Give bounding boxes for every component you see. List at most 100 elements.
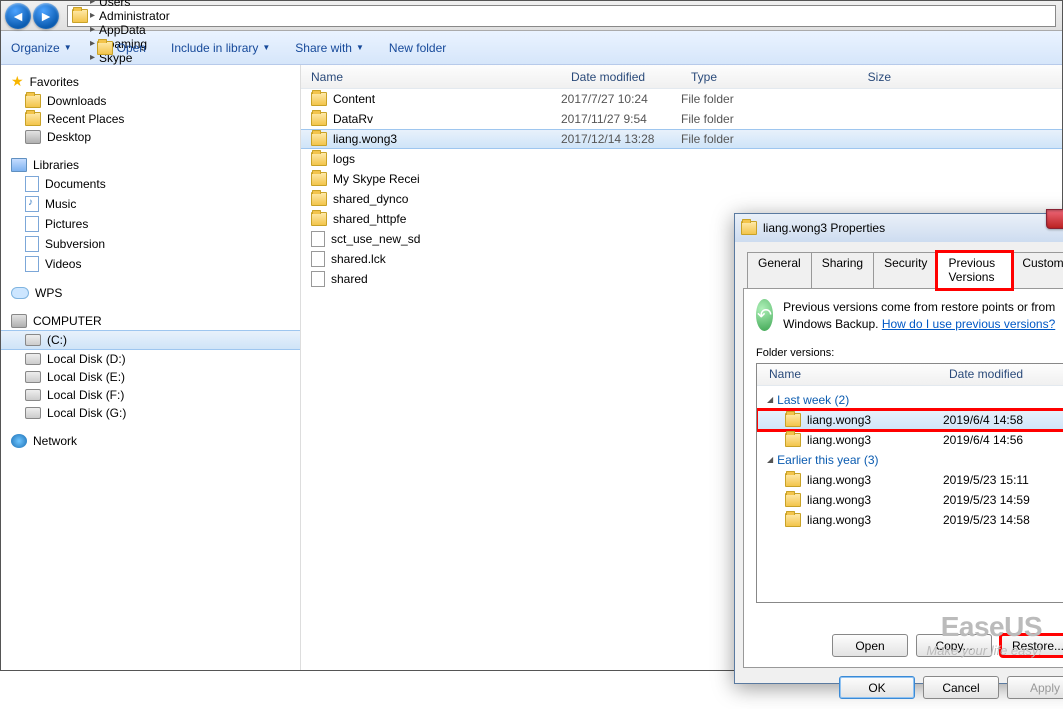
apply-button[interactable]: Apply bbox=[1007, 676, 1063, 699]
item-icon bbox=[25, 94, 41, 108]
version-row[interactable]: liang.wong32019/5/23 15:11 bbox=[757, 470, 1063, 490]
sidebar-item[interactable]: Recent Places bbox=[1, 110, 300, 128]
tab-general[interactable]: General bbox=[747, 252, 812, 288]
file-row[interactable]: My Skype Recei bbox=[301, 169, 1062, 189]
folder-icon bbox=[785, 433, 801, 447]
file-icon bbox=[311, 251, 325, 267]
versions-listbox: Name Date modified ◢ Last week (2)liang.… bbox=[756, 363, 1063, 603]
version-column-headers[interactable]: Name Date modified bbox=[757, 364, 1063, 386]
sidebar-drive[interactable]: (C:) bbox=[1, 330, 300, 350]
folder-icon bbox=[741, 221, 757, 235]
breadcrumb[interactable]: ▸COMPUTER▸ (C:)▸Users▸Administrator▸AppD… bbox=[67, 5, 1056, 27]
close-button[interactable]: ✕ bbox=[1046, 209, 1063, 229]
item-icon bbox=[25, 130, 41, 144]
tab-strip: GeneralSharingSecurityPrevious VersionsC… bbox=[735, 242, 1063, 288]
version-group-header[interactable]: ◢ Earlier this year (3) bbox=[757, 450, 1063, 470]
sidebar-drive[interactable]: Local Disk (E:) bbox=[1, 368, 300, 386]
drive-icon bbox=[25, 334, 41, 346]
folder-icon bbox=[311, 92, 327, 106]
open-version-button[interactable]: Open bbox=[832, 634, 908, 657]
file-row[interactable]: Content2017/7/27 10:24File folder bbox=[301, 89, 1062, 109]
tab-customize[interactable]: Customize bbox=[1011, 252, 1063, 288]
open-button[interactable]: Open bbox=[97, 41, 146, 55]
dialog-title: liang.wong3 Properties bbox=[763, 221, 885, 235]
folder-icon bbox=[785, 493, 801, 507]
sidebar-item[interactable]: Music bbox=[1, 194, 300, 214]
network-group[interactable]: Network bbox=[1, 432, 300, 450]
watermark: EaseUS Make your life easy! bbox=[926, 611, 1042, 658]
navigation-pane: ★Favorites DownloadsRecent PlacesDesktop… bbox=[1, 65, 301, 670]
breadcrumb-item[interactable]: ▸AppData bbox=[88, 23, 172, 37]
sidebar-item[interactable]: Pictures bbox=[1, 214, 300, 234]
share-menu[interactable]: Share with ▼ bbox=[295, 41, 364, 55]
file-row[interactable]: DataRv2017/11/27 9:54File folder bbox=[301, 109, 1062, 129]
version-row[interactable]: liang.wong32019/5/23 14:58 bbox=[757, 510, 1063, 530]
ok-button[interactable]: OK bbox=[839, 676, 915, 699]
include-menu[interactable]: Include in library ▼ bbox=[171, 41, 270, 55]
organize-menu[interactable]: Organize ▼ bbox=[11, 41, 72, 55]
folder-icon bbox=[311, 152, 327, 166]
nav-forward-button[interactable]: ► bbox=[33, 3, 59, 29]
libraries-icon bbox=[11, 158, 27, 172]
column-name[interactable]: Name bbox=[301, 70, 561, 84]
folder-icon bbox=[785, 513, 801, 527]
newfolder-button[interactable]: New folder bbox=[389, 41, 446, 55]
file-row[interactable]: shared_dynco bbox=[301, 189, 1062, 209]
libraries-group[interactable]: Libraries bbox=[1, 156, 300, 174]
version-col-date[interactable]: Date modified bbox=[937, 367, 1063, 381]
tab-previous-versions[interactable]: Previous Versions bbox=[937, 252, 1012, 289]
list-label: Folder versions: bbox=[756, 347, 1063, 359]
item-icon bbox=[25, 196, 39, 212]
star-icon: ★ bbox=[11, 73, 24, 90]
version-group-header[interactable]: ◢ Last week (2) bbox=[757, 390, 1063, 410]
breadcrumb-item[interactable]: ▸Administrator bbox=[88, 9, 172, 23]
folder-icon bbox=[311, 192, 327, 206]
file-icon bbox=[311, 231, 325, 247]
description-text: Previous versions come from restore poin… bbox=[783, 299, 1063, 333]
drive-icon bbox=[25, 371, 41, 383]
version-row[interactable]: liang.wong32019/6/4 14:56 bbox=[757, 430, 1063, 450]
network-icon bbox=[11, 434, 27, 448]
favorites-group[interactable]: ★Favorites bbox=[1, 71, 300, 92]
folder-icon bbox=[311, 172, 327, 186]
folder-icon bbox=[311, 112, 327, 126]
file-row[interactable]: logs bbox=[301, 149, 1062, 169]
folder-icon bbox=[785, 473, 801, 487]
item-icon bbox=[25, 256, 39, 272]
nav-back-button[interactable]: ◄ bbox=[5, 3, 31, 29]
dialog-titlebar[interactable]: liang.wong3 Properties ✕ bbox=[735, 214, 1063, 242]
sidebar-drive[interactable]: Local Disk (G:) bbox=[1, 404, 300, 422]
sidebar-item[interactable]: Documents bbox=[1, 174, 300, 194]
wps-group[interactable]: WPS bbox=[1, 284, 300, 302]
tab-security[interactable]: Security bbox=[873, 252, 938, 288]
restore-icon: ↶ bbox=[756, 299, 773, 331]
column-size[interactable]: Size bbox=[801, 70, 901, 84]
folder-icon bbox=[97, 41, 113, 55]
sidebar-item[interactable]: Subversion bbox=[1, 234, 300, 254]
file-icon bbox=[311, 271, 325, 287]
sidebar-drive[interactable]: Local Disk (F:) bbox=[1, 386, 300, 404]
version-row[interactable]: liang.wong32019/5/23 14:59 bbox=[757, 490, 1063, 510]
sidebar-drive[interactable]: Local Disk (D:) bbox=[1, 350, 300, 368]
drive-icon bbox=[25, 407, 41, 419]
computer-group[interactable]: COMPUTER bbox=[1, 312, 300, 330]
column-headers[interactable]: Name Date modified Type Size bbox=[301, 65, 1062, 89]
item-icon bbox=[25, 112, 41, 126]
item-icon bbox=[25, 176, 39, 192]
drive-icon bbox=[25, 389, 41, 401]
sidebar-item[interactable]: Videos bbox=[1, 254, 300, 274]
file-row[interactable]: liang.wong32017/12/14 13:28File folder bbox=[301, 129, 1062, 149]
breadcrumb-item[interactable]: ▸Users bbox=[88, 0, 172, 9]
folder-icon bbox=[785, 413, 801, 427]
version-col-name[interactable]: Name bbox=[757, 367, 937, 381]
file-view: Name Date modified Type Size Content2017… bbox=[301, 65, 1062, 670]
sidebar-item[interactable]: Desktop bbox=[1, 128, 300, 146]
item-icon bbox=[25, 216, 39, 232]
column-date[interactable]: Date modified bbox=[561, 70, 681, 84]
column-type[interactable]: Type bbox=[681, 70, 801, 84]
cancel-button[interactable]: Cancel bbox=[923, 676, 999, 699]
tab-sharing[interactable]: Sharing bbox=[811, 252, 874, 288]
version-row[interactable]: liang.wong32019/6/4 14:58 bbox=[757, 410, 1063, 430]
sidebar-item[interactable]: Downloads bbox=[1, 92, 300, 110]
help-link[interactable]: How do I use previous versions? bbox=[882, 317, 1055, 331]
